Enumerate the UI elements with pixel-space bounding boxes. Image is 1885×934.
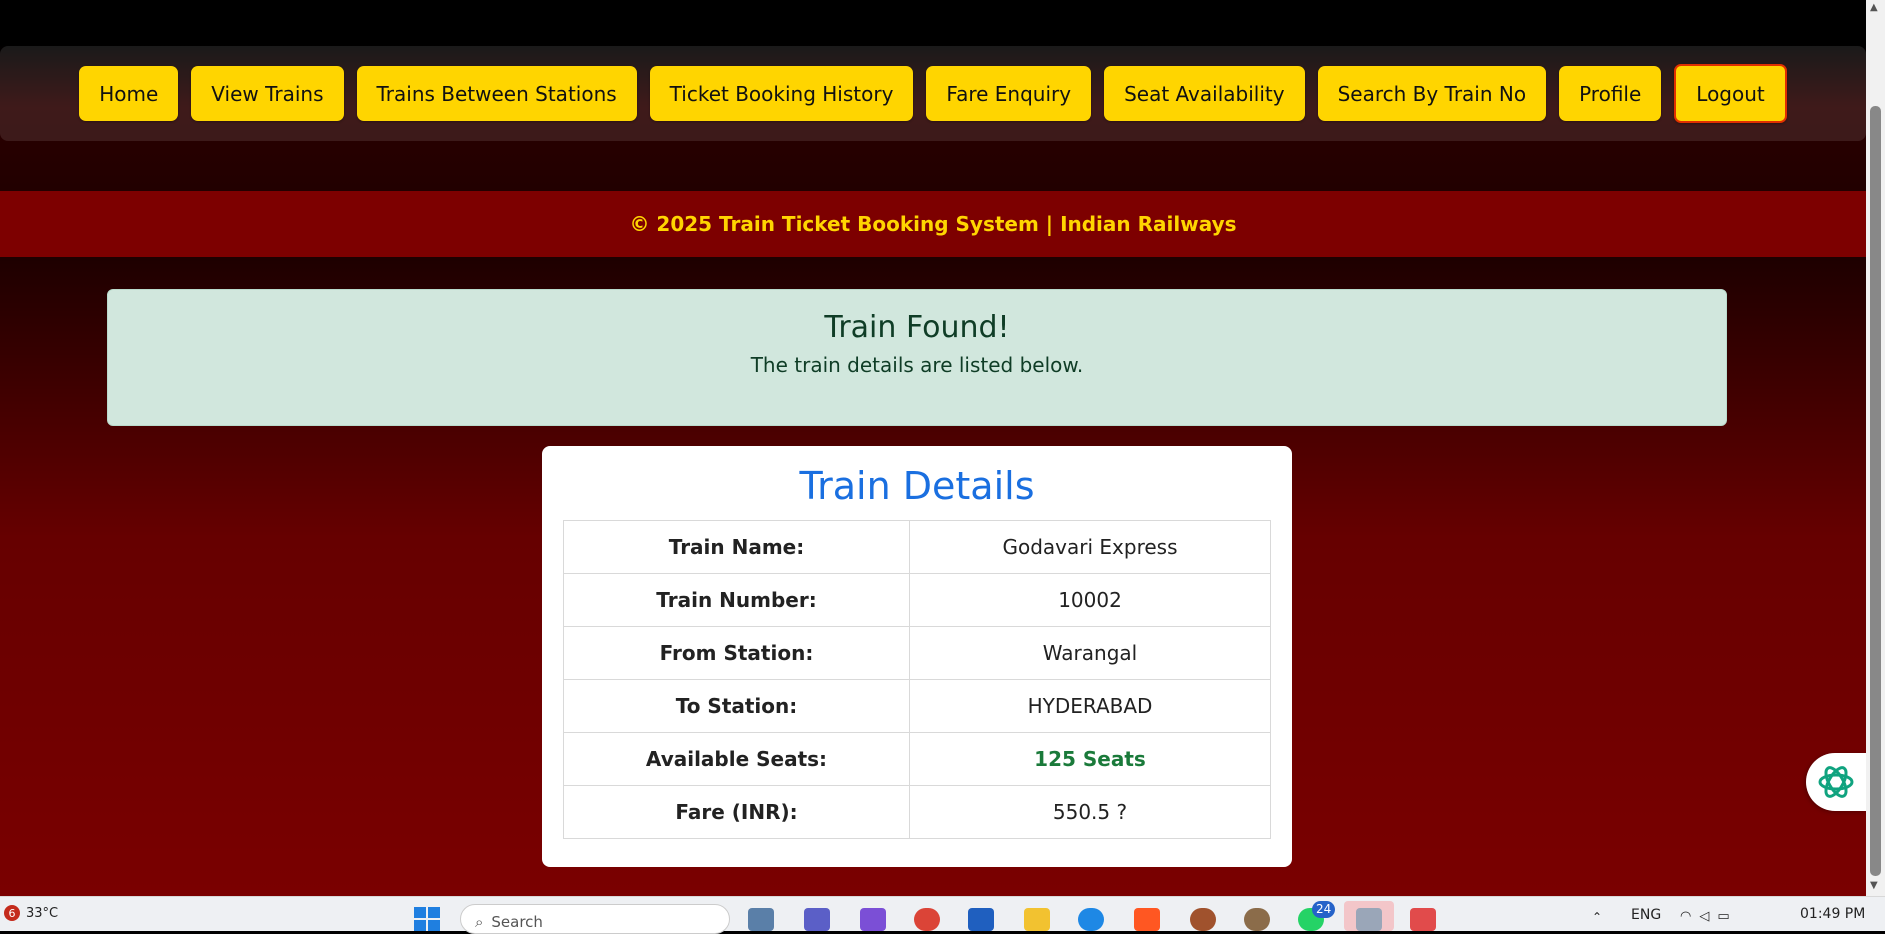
wifi-icon: ◠: [1680, 909, 1692, 924]
footer-banner: © 2025 Train Ticket Booking System | Ind…: [0, 191, 1866, 257]
nav-home-button[interactable]: Home: [79, 66, 179, 121]
volume-icon: ◁: [1699, 909, 1710, 924]
available-seats-value: 125 Seats: [909, 732, 1271, 786]
train-details-table: Train Name: Godavari Express Train Numbe…: [563, 520, 1271, 839]
store-icon[interactable]: [968, 908, 994, 931]
brave-icon[interactable]: [1134, 908, 1160, 931]
fare-value: 550.5 ?: [909, 785, 1271, 839]
train-details-card: Train Details Train Name: Godavari Expre…: [542, 446, 1292, 867]
openai-logo-icon: [1818, 766, 1854, 798]
page-background: Home View Trains Trains Between Stations…: [0, 0, 1866, 896]
show-hidden-icons-chevron-icon[interactable]: ⌃: [1592, 910, 1602, 924]
nav-logout-button[interactable]: Logout: [1674, 64, 1787, 123]
scroll-down-arrow-icon[interactable]: ▼: [1870, 880, 1878, 891]
train-number-label: Train Number:: [563, 573, 910, 627]
chrome-icon[interactable]: [914, 908, 940, 931]
table-row: Train Name: Godavari Express: [563, 520, 1271, 574]
banner-text: © 2025 Train Ticket Booking System | Ind…: [629, 212, 1237, 236]
app-icon[interactable]: [1244, 908, 1270, 931]
scroll-up-arrow-icon[interactable]: ▲: [1870, 2, 1878, 13]
alert-title: Train Found!: [824, 310, 1010, 345]
search-placeholder: Search: [491, 913, 543, 931]
nav-ticket-booking-history-button[interactable]: Ticket Booking History: [649, 66, 914, 121]
to-station-value: HYDERABAD: [909, 679, 1271, 733]
card-title: Train Details: [799, 464, 1035, 508]
table-row: Available Seats: 125 Seats: [563, 732, 1271, 786]
available-seats-label: Available Seats:: [563, 732, 910, 786]
windows-taskbar: 6 33°C ⌕ Search 24 ⌃ ENG ◠ ◁ ▭ 01:49 PM: [0, 896, 1885, 934]
weather-widget[interactable]: 6 33°C: [4, 905, 58, 921]
task-view-icon[interactable]: [748, 908, 774, 931]
whatsapp-badge: 24: [1312, 901, 1336, 918]
scrollbar-thumb[interactable]: [1870, 106, 1881, 876]
success-alert: Train Found! The train details are liste…: [107, 289, 1727, 426]
weather-badge: 6: [4, 905, 20, 921]
table-row: Fare (INR): 550.5 ?: [563, 785, 1271, 839]
file-explorer-icon[interactable]: [1024, 908, 1050, 931]
nav-profile-button[interactable]: Profile: [1559, 66, 1662, 121]
alert-message: The train details are listed below.: [750, 353, 1084, 377]
from-station-value: Warangal: [909, 626, 1271, 680]
nav-search-by-train-no-button[interactable]: Search By Train No: [1317, 66, 1547, 121]
clock[interactable]: 01:49 PM: [1800, 906, 1865, 922]
train-name-value: Godavari Express: [909, 520, 1271, 574]
to-station-label: To Station:: [563, 679, 910, 733]
nav-trains-between-stations-button[interactable]: Trains Between Stations: [356, 66, 637, 121]
chrome-profile-icon[interactable]: [1190, 908, 1216, 931]
table-row: Train Number: 10002: [563, 573, 1271, 627]
fare-label: Fare (INR):: [563, 785, 910, 839]
table-row: From Station: Warangal: [563, 626, 1271, 680]
navbar: Home View Trains Trains Between Stations…: [0, 46, 1866, 141]
snipping-tool-icon[interactable]: [1410, 908, 1436, 931]
teams-icon[interactable]: [804, 908, 830, 931]
page-scrollbar[interactable]: ▲ ▼: [1866, 0, 1885, 896]
train-number-value: 10002: [909, 573, 1271, 627]
language-indicator[interactable]: ENG: [1631, 907, 1661, 923]
copilot-icon[interactable]: [860, 908, 886, 931]
edge-icon[interactable]: [1078, 908, 1104, 931]
battery-icon: ▭: [1717, 909, 1730, 924]
windows-start-icon[interactable]: [412, 906, 442, 931]
train-name-label: Train Name:: [563, 520, 910, 574]
from-station-label: From Station:: [563, 626, 910, 680]
nav-view-trains-button[interactable]: View Trains: [191, 66, 344, 121]
nav-fare-enquiry-button[interactable]: Fare Enquiry: [926, 66, 1092, 121]
system-tray[interactable]: ◠ ◁ ▭: [1680, 909, 1730, 924]
nav-seat-availability-button[interactable]: Seat Availability: [1104, 66, 1305, 121]
table-row: To Station: HYDERABAD: [563, 679, 1271, 733]
temperature-text: 33°C: [26, 905, 59, 921]
search-icon: ⌕: [475, 913, 484, 931]
ai-assistant-button[interactable]: [1806, 753, 1866, 811]
active-app-icon[interactable]: [1356, 908, 1382, 931]
